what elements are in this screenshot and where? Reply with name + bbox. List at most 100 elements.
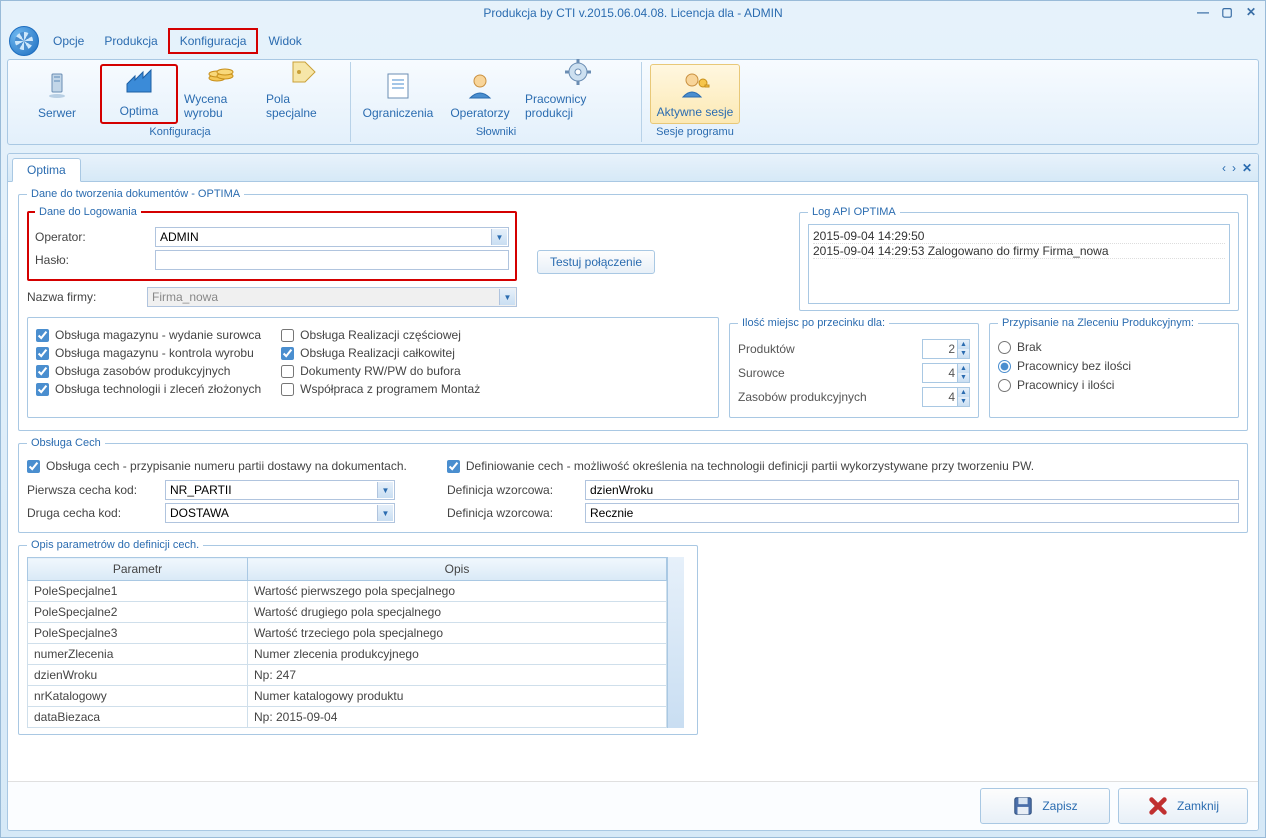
password-input[interactable] (156, 251, 508, 269)
chk-obsluga-cech[interactable]: Obsługa cech - przypisanie numeru partii… (27, 459, 407, 473)
combo-nazwa-firmy[interactable]: ▼ (147, 287, 517, 307)
table-row[interactable]: nrKatalogowyNumer katalogowy produktu (28, 686, 667, 707)
txt-def-wzorcowa1[interactable] (585, 480, 1239, 500)
combo-pierwsza-cecha[interactable]: ▼ (165, 480, 395, 500)
chk-realizacja-czesciowa[interactable]: Obsługa Realizacji częściowej (281, 328, 480, 342)
ribbon-serwer[interactable]: Serwer (18, 64, 96, 124)
ribbon-operatorzy[interactable]: Operatorzy (441, 64, 519, 124)
ribbon-sesje-label: Aktywne sesje (657, 105, 734, 119)
lbl-haslo: Hasło: (35, 253, 155, 267)
fs-opis-parametrow: Opis parametrów do definicji cech. Param… (18, 539, 698, 735)
chevron-down-icon[interactable]: ▼ (377, 505, 393, 521)
table-row[interactable]: PoleSpecjalne3Wartość trzeciego pola spe… (28, 623, 667, 644)
ribbon-group3-label: Sesje programu (656, 124, 734, 140)
app-icon[interactable] (5, 25, 43, 57)
menu-produkcja[interactable]: Produkcja (94, 30, 167, 52)
spinner-zasoby[interactable]: 4▲▼ (922, 387, 970, 407)
ribbon-optima[interactable]: Optima (100, 64, 178, 124)
ribbon-pola-label: Pola specjalne (266, 92, 340, 120)
chevron-down-icon[interactable]: ▼ (491, 229, 507, 245)
lbl-produkty: Produktów (738, 342, 922, 356)
ribbon-group-sesje: Aktywne sesje Sesje programu (642, 62, 748, 142)
ribbon-group1-label: Konfiguracja (149, 124, 210, 140)
window-title: Produkcja by CTI v.2015.06.04.08. Licenc… (483, 6, 782, 20)
ribbon-ograniczenia[interactable]: Ograniczenia (359, 64, 437, 124)
scrollbar[interactable] (667, 557, 684, 728)
chk-rw-pw-bufor[interactable]: Dokumenty RW/PW do bufora (281, 364, 480, 378)
maximize-button[interactable]: ▢ (1219, 5, 1235, 19)
chevron-down-icon[interactable]: ▼ (377, 482, 393, 498)
footer: Zapisz Zamknij (8, 781, 1258, 830)
combo-operator[interactable]: ▼ (155, 227, 509, 247)
spinner-produkty[interactable]: 2▲▼ (922, 339, 970, 359)
close-button[interactable]: ✕ (1243, 5, 1259, 19)
chevron-down-icon[interactable]: ▼ (499, 289, 515, 305)
col-opis[interactable]: Opis (248, 558, 667, 581)
ribbon-pracownicy[interactable]: Pracownicy produkcji (523, 64, 633, 124)
tab-prev[interactable]: ‹ (1222, 161, 1226, 175)
chk-technologie[interactable]: Obsługa technologii i zleceń złożonych (36, 382, 261, 396)
chk-wspolpraca-montaz[interactable]: Współpraca z programem Montaż (281, 382, 480, 396)
chk-magazyn-wydanie[interactable]: Obsługa magazynu - wydanie surowca (36, 328, 261, 342)
btn-zamknij[interactable]: Zamknij (1118, 788, 1248, 824)
btn-zapisz-label: Zapisz (1042, 799, 1077, 813)
table-row[interactable]: numerZleceniaNumer zlecenia produkcyjneg… (28, 644, 667, 665)
ribbon-group-slowniki: Ograniczenia Operatorzy Pracownicy produ… (351, 62, 642, 142)
table-row[interactable]: PoleSpecjalne2Wartość drugiego pola spec… (28, 602, 667, 623)
fs-ilosc-miejsc: Ilość miejsc po przecinku dla: Produktów… (729, 317, 979, 418)
fs-log-legend: Log API OPTIMA (808, 206, 900, 218)
ribbon-wycena[interactable]: Wycena wyrobu (182, 64, 260, 124)
nazwa-firmy-input[interactable] (148, 288, 516, 306)
fs-obsluga: Obsługa magazynu - wydanie surowca Obsłu… (27, 317, 719, 418)
combo-druga-cecha[interactable]: ▼ (165, 503, 395, 523)
menu-konfiguracja[interactable]: Konfiguracja (168, 28, 259, 54)
params-table: Parametr Opis PoleSpecjalne1Wartość pier… (27, 557, 667, 728)
coins-icon (205, 56, 237, 88)
tab-next[interactable]: › (1232, 161, 1236, 175)
ribbon-pola[interactable]: Pola specjalne (264, 64, 342, 124)
fs-dane-dok-legend: Dane do tworzenia dokumentów - OPTIMA (27, 188, 244, 200)
txt-def-wzorcowa2[interactable] (585, 503, 1239, 523)
close-icon (1147, 795, 1169, 817)
menubar: Opcje Produkcja Konfiguracja Widok (1, 25, 1265, 57)
lbl-operator: Operator: (35, 230, 155, 244)
gear-icon (562, 56, 594, 88)
ribbon-sesje[interactable]: Aktywne sesje (650, 64, 740, 124)
ribbon-group-konfiguracja: Serwer Optima Wycena wyrobu (10, 62, 351, 142)
menu-opcje[interactable]: Opcje (43, 30, 94, 52)
optima-icon (123, 68, 155, 100)
ribbon-optima-label: Optima (120, 104, 159, 118)
table-row[interactable]: dataBiezacaNp: 2015-09-04 (28, 707, 667, 728)
tag-icon (287, 56, 319, 88)
fs-obsluga-cech: Obsługa Cech Obsługa cech - przypisanie … (18, 437, 1248, 533)
btn-zamknij-label: Zamknij (1177, 799, 1219, 813)
lbl-nazwa-firmy: Nazwa firmy: (27, 290, 147, 304)
tab-optima[interactable]: Optima (12, 158, 81, 182)
ribbon-wycena-label: Wycena wyrobu (184, 92, 258, 120)
btn-zapisz[interactable]: Zapisz (980, 788, 1110, 824)
fs-opis-legend: Opis parametrów do definicji cech. (27, 539, 203, 551)
radio-pracownicy-i[interactable]: Pracownicy i ilości (998, 378, 1230, 392)
password-field[interactable] (155, 250, 509, 270)
table-row[interactable]: dzienWrokuNp: 247 (28, 665, 667, 686)
minimize-button[interactable]: — (1195, 5, 1211, 19)
list-icon (382, 70, 414, 102)
col-parametr[interactable]: Parametr (28, 558, 248, 581)
chk-magazyn-kontrola[interactable]: Obsługa magazynu - kontrola wyrobu (36, 346, 261, 360)
save-icon (1012, 795, 1034, 817)
menu-widok[interactable]: Widok (258, 30, 311, 52)
ribbon-group2-label: Słowniki (476, 124, 516, 140)
chk-definiowanie-cech[interactable]: Definiowanie cech - możliwość określenia… (447, 459, 1034, 473)
chk-zasoby[interactable]: Obsługa zasobów produkcyjnych (36, 364, 261, 378)
spinner-surowce[interactable]: 4▲▼ (922, 363, 970, 383)
ribbon-serwer-label: Serwer (38, 106, 76, 120)
radio-pracownicy-bez[interactable]: Pracownicy bez ilości (998, 359, 1230, 373)
tab-close[interactable]: ✕ (1242, 161, 1252, 175)
btn-testuj-polaczenie[interactable]: Testuj połączenie (537, 250, 655, 274)
radio-brak[interactable]: Brak (998, 340, 1230, 354)
ribbon-pracownicy-label: Pracownicy produkcji (525, 92, 631, 120)
table-row[interactable]: PoleSpecjalne1Wartość pierwszego pola sp… (28, 581, 667, 602)
user-icon (464, 70, 496, 102)
operator-input[interactable] (156, 228, 508, 246)
chk-realizacja-calkowita[interactable]: Obsługa Realizacji całkowitej (281, 346, 480, 360)
